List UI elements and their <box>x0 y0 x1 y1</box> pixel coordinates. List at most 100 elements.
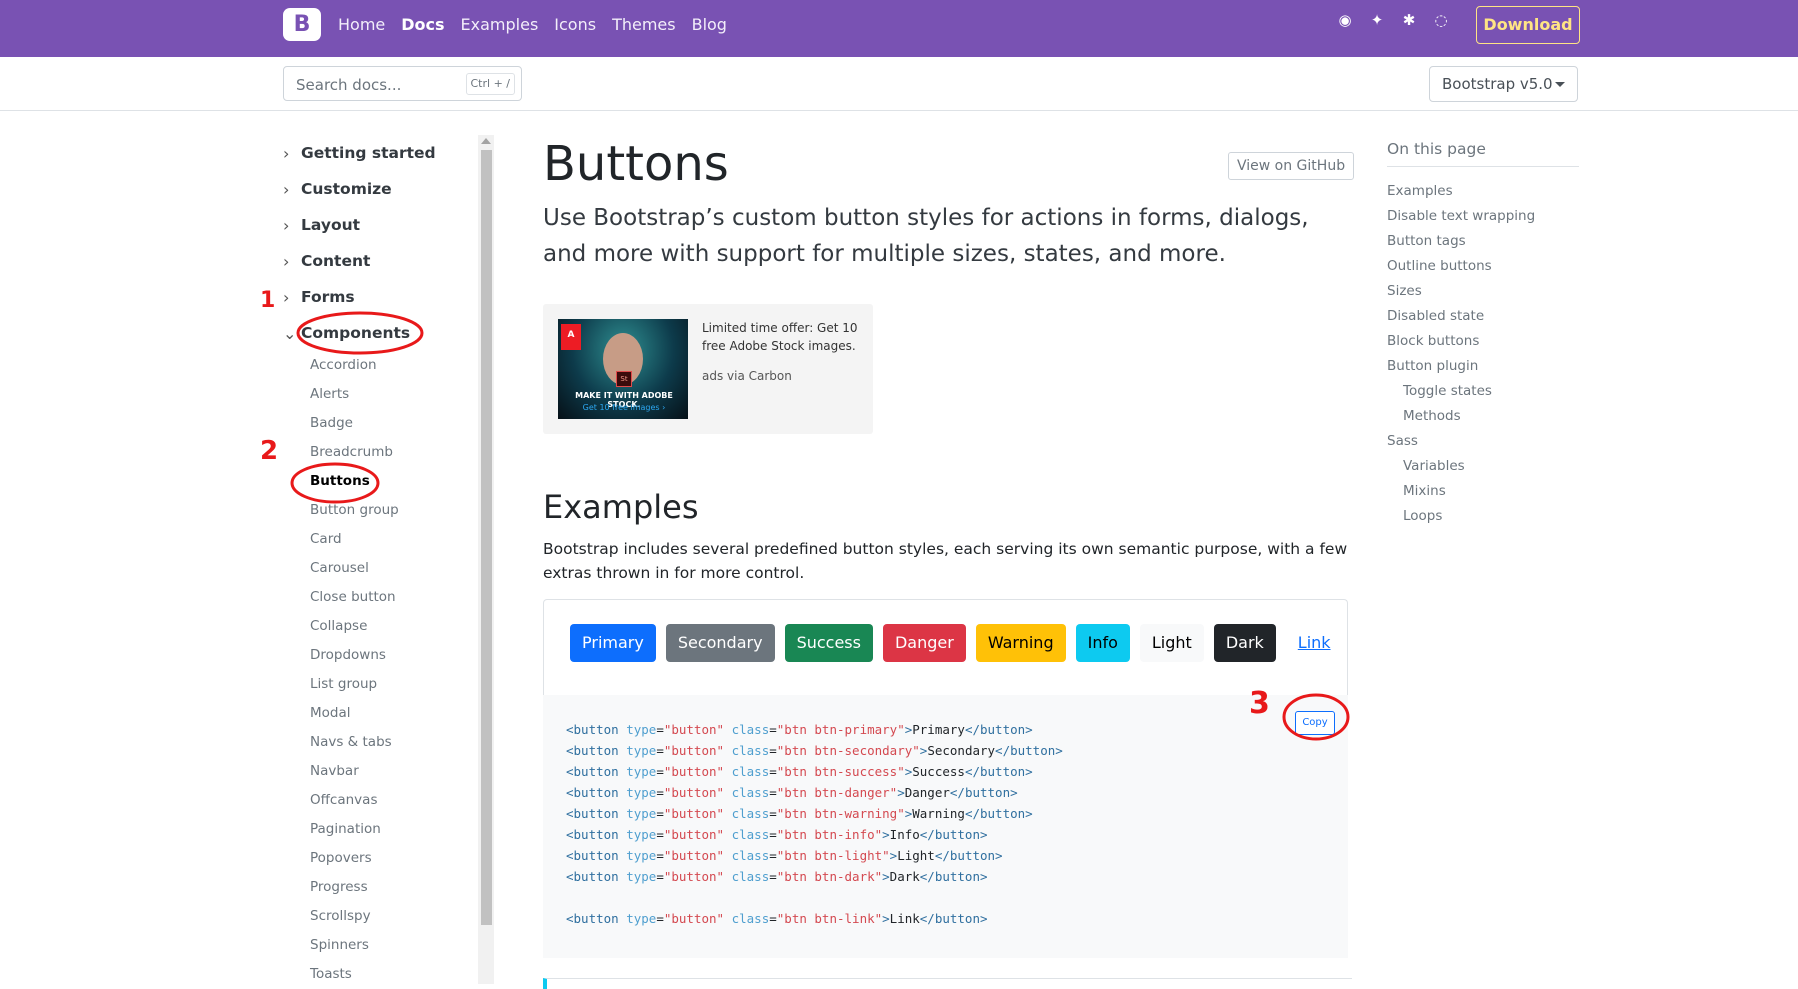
annotation-number-1: 1 <box>260 288 276 313</box>
sidebar-section-label: Forms <box>301 288 355 306</box>
toc-item-loops[interactable]: Loops <box>1403 504 1579 529</box>
sidebar-item-modal[interactable]: Modal <box>310 699 483 728</box>
annotation-number-3: 3 <box>1249 686 1270 721</box>
download-button[interactable]: Download <box>1476 6 1580 44</box>
sidebar-item-dropdowns[interactable]: Dropdowns <box>310 641 483 670</box>
nav-home[interactable]: Home <box>338 15 385 34</box>
toc-item-toggle-states[interactable]: Toggle states <box>1403 379 1579 404</box>
example-button-light[interactable]: Light <box>1139 624 1204 662</box>
example-button-dark[interactable]: Dark <box>1213 624 1276 662</box>
sidebar-item-offcanvas[interactable]: Offcanvas <box>310 786 483 815</box>
slack-icon[interactable]: ✱ <box>1401 12 1417 28</box>
sidebar-section-components[interactable]: ⌄ Components <box>283 315 483 351</box>
sidebar-section-layout[interactable]: › Layout <box>283 207 483 243</box>
chevron-down-icon <box>1555 82 1565 87</box>
toc-item-methods[interactable]: Methods <box>1403 404 1579 429</box>
toc-item-block-buttons[interactable]: Block buttons <box>1387 329 1579 354</box>
sidebar-item-spinners[interactable]: Spinners <box>310 931 483 960</box>
example-button-info[interactable]: Info <box>1075 624 1130 662</box>
chevron-right-icon: › <box>283 179 290 199</box>
docs-subbar: Ctrl + / Bootstrap v5.0 <box>0 57 1798 111</box>
toc-item-disable-text-wrapping[interactable]: Disable text wrapping <box>1387 204 1579 229</box>
sidebar-item-pagination[interactable]: Pagination <box>310 815 483 844</box>
sidebar-item-buttons[interactable]: Buttons <box>310 467 483 496</box>
sidebar-item-breadcrumb[interactable]: Breadcrumb <box>310 438 483 467</box>
version-dropdown[interactable]: Bootstrap v5.0 <box>1429 66 1578 102</box>
sidebar-item-navbar[interactable]: Navbar <box>310 757 483 786</box>
sidebar-item-close-button[interactable]: Close button <box>310 583 483 612</box>
copy-button[interactable]: Copy <box>1295 711 1335 735</box>
example-button-primary[interactable]: Primary <box>570 624 656 662</box>
sidebar-section-label: Getting started <box>301 144 436 162</box>
chevron-right-icon: › <box>283 143 290 163</box>
sidebar-section-content[interactable]: › Content <box>283 243 483 279</box>
nav-themes[interactable]: Themes <box>612 15 676 34</box>
top-navbar: B Home Docs Examples Icons Themes Blog ◉ ✦ ✱ … <box>0 0 1798 57</box>
sidebar-item-carousel[interactable]: Carousel <box>310 554 483 583</box>
sidebar-section-label: Layout <box>301 216 361 234</box>
page-lead: Use Bootstrap’s custom button styles for… <box>543 205 1309 267</box>
sidebar-item-card[interactable]: Card <box>310 525 483 554</box>
sidebar-section-label: Components <box>301 324 411 342</box>
sidebar-item-scrollspy[interactable]: Scrollspy <box>310 902 483 931</box>
toc-item-sizes[interactable]: Sizes <box>1387 279 1579 304</box>
sidebar-item-button-group[interactable]: Button group <box>310 496 483 525</box>
toc-item-button-plugin[interactable]: Button plugin <box>1387 354 1579 379</box>
example-button-row: Primary Secondary Success Danger Warning Info… <box>570 624 1343 662</box>
toc-item-variables[interactable]: Variables <box>1403 454 1579 479</box>
toc-item-examples[interactable]: Examples <box>1387 179 1579 204</box>
sidebar-item-collapse[interactable]: Collapse <box>310 612 483 641</box>
nav-icons[interactable]: Icons <box>554 15 596 34</box>
nav-examples[interactable]: Examples <box>461 15 539 34</box>
sidebar-section-getting-started[interactable]: › Getting started <box>283 135 483 171</box>
example-button-link[interactable]: Link <box>1286 624 1343 662</box>
sidebar-item-popovers[interactable]: Popovers <box>310 844 483 873</box>
sidebar-item-list-group[interactable]: List group <box>310 670 483 699</box>
ad-image-cta: Get 10 free images › <box>582 403 666 412</box>
github-icon[interactable]: ◉ <box>1337 12 1353 28</box>
view-on-github-button[interactable]: View on GitHub <box>1228 152 1355 180</box>
sidebar-item-navs-tabs[interactable]: Navs & tabs <box>310 728 483 757</box>
chevron-right-icon: › <box>283 251 290 271</box>
toc-item-mixins[interactable]: Mixins <box>1403 479 1579 504</box>
page-title: Buttons <box>543 136 729 192</box>
example-button-secondary[interactable]: Secondary <box>665 624 775 662</box>
docs-sidebar: › Getting started › Customize › Layout › Conten… <box>283 135 483 984</box>
toc-item-button-tags[interactable]: Button tags <box>1387 229 1579 254</box>
chevron-down-icon: ⌄ <box>283 323 297 343</box>
sidebar-item-badge[interactable]: Badge <box>310 409 483 438</box>
main-nav: Home Docs Examples Icons Themes Blog <box>338 15 727 34</box>
version-label: Bootstrap v5.0 <box>1442 75 1553 93</box>
twitter-icon[interactable]: ✦ <box>1369 12 1385 28</box>
ad-text[interactable]: Limited time offer: Get 10 free Adobe St… <box>702 319 862 355</box>
ad-image[interactable]: A St MAKE IT WITH ADOBE STOCK. Get 10 fr… <box>558 319 688 419</box>
sidebar-section-customize[interactable]: › Customize <box>283 171 483 207</box>
examples-description: Bootstrap includes several predefined bu… <box>543 540 1348 582</box>
ad-via-link[interactable]: ads via Carbon <box>702 369 792 383</box>
nav-docs[interactable]: Docs <box>401 15 444 34</box>
sidebar-item-alerts[interactable]: Alerts <box>310 380 483 409</box>
chevron-right-icon: › <box>283 215 290 235</box>
search-input[interactable] <box>294 73 448 97</box>
opencollective-icon[interactable]: ◌ <box>1433 12 1449 28</box>
code-block: <button type="button" class="btn btn-pri… <box>543 695 1348 958</box>
on-this-page-toc: On this page Examples Disable text wrappi… <box>1387 140 1579 529</box>
example-preview: Primary Secondary Success Danger Warning Info… <box>543 599 1348 696</box>
toc-item-outline-buttons[interactable]: Outline buttons <box>1387 254 1579 279</box>
toc-item-sass[interactable]: Sass <box>1387 429 1579 454</box>
example-button-warning[interactable]: Warning <box>975 624 1066 662</box>
example-button-success[interactable]: Success <box>784 624 873 662</box>
carbon-ad[interactable]: A St MAKE IT WITH ADOBE STOCK. Get 10 fr… <box>543 304 873 434</box>
toc-title: On this page <box>1387 140 1579 167</box>
sidebar-section-forms[interactable]: › Forms <box>283 279 483 315</box>
bootstrap-logo[interactable]: B <box>283 8 321 41</box>
sidebar-item-progress[interactable]: Progress <box>310 873 483 902</box>
example-button-danger[interactable]: Danger <box>882 624 966 662</box>
sidebar-scroll-thumb[interactable] <box>481 150 492 925</box>
sidebar-item-toasts[interactable]: Toasts <box>310 960 483 989</box>
sidebar-item-accordion[interactable]: Accordion <box>310 351 483 380</box>
chevron-right-icon: › <box>283 287 290 307</box>
scroll-up-icon[interactable] <box>481 138 491 144</box>
nav-blog[interactable]: Blog <box>692 15 727 34</box>
toc-item-disabled-state[interactable]: Disabled state <box>1387 304 1579 329</box>
